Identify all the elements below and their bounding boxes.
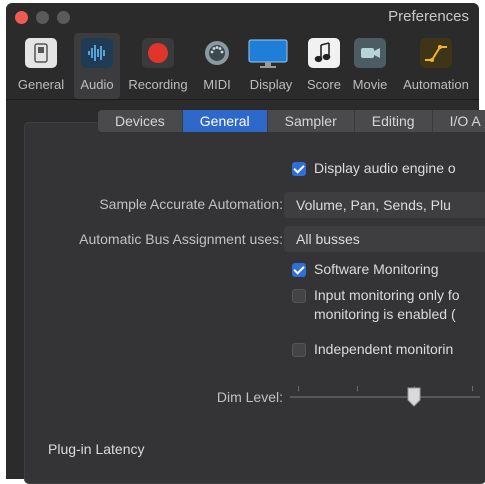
dim-level-slider-track[interactable] xyxy=(290,396,480,398)
toolbar-label: Score xyxy=(307,77,341,92)
sample-accurate-automation-select[interactable]: Volume, Pan, Sends, Plu xyxy=(284,192,485,218)
input-monitoring-label-line2: monitoring is enabled ( xyxy=(314,306,456,322)
audio-waveform-icon xyxy=(81,38,113,68)
tab-sampler[interactable]: Sampler xyxy=(268,110,355,132)
toolbar-item-automation[interactable]: Automation xyxy=(396,33,476,99)
record-icon xyxy=(142,38,174,68)
zoom-window-button[interactable] xyxy=(57,11,70,24)
display-audio-engine-checkbox[interactable] xyxy=(292,162,306,176)
bus-assignment-select[interactable]: All busses xyxy=(284,226,485,252)
toolbar-label: Automation xyxy=(403,77,469,92)
close-window-button[interactable] xyxy=(15,11,28,24)
toolbar-item-recording[interactable]: Recording xyxy=(122,33,194,99)
slider-tick xyxy=(298,386,299,391)
audio-tab-bar: Devices General Sampler Editing I/O A xyxy=(98,110,485,132)
toolbar-separator xyxy=(6,99,479,100)
score-note-icon xyxy=(308,38,340,68)
toolbar-label: MIDI xyxy=(203,77,231,92)
window-title: Preferences xyxy=(388,8,469,25)
preferences-toolbar: General Audio Recording MIDI Display Sco… xyxy=(6,33,479,99)
display-audio-engine-label: Display audio engine o xyxy=(314,160,456,176)
automation-curve-icon xyxy=(420,38,452,68)
minimize-window-button[interactable] xyxy=(36,11,49,24)
input-monitoring-label-line1: Input monitoring only fo xyxy=(314,287,460,303)
toolbar-label: Movie xyxy=(352,77,388,92)
dim-level-slider-thumb[interactable] xyxy=(407,387,421,407)
sample-accurate-automation-label: Sample Accurate Automation: xyxy=(99,196,283,212)
slider-tick xyxy=(472,386,473,391)
software-monitoring-label: Software Monitoring xyxy=(314,261,439,277)
toolbar-item-audio[interactable]: Audio xyxy=(74,33,120,99)
slider-tick xyxy=(357,386,358,391)
toolbar-label: Recording xyxy=(128,77,188,92)
midi-connector-icon xyxy=(201,38,233,68)
dim-level-label: Dim Level: xyxy=(216,389,283,405)
toolbar-label: General xyxy=(17,77,65,92)
independent-monitoring-checkbox[interactable] xyxy=(292,343,306,357)
input-monitoring-checkbox[interactable] xyxy=(292,289,306,303)
tab-editing[interactable]: Editing xyxy=(355,110,433,132)
display-monitor-icon xyxy=(248,38,288,68)
title-bar: Preferences xyxy=(6,3,479,35)
plugin-latency-heading: Plug-in Latency xyxy=(48,441,145,457)
toolbar-item-score[interactable]: Score xyxy=(302,33,346,99)
independent-monitoring-label: Independent monitorin xyxy=(314,341,454,357)
toolbar-item-movie[interactable]: Movie xyxy=(348,33,392,99)
toolbar-label: Display xyxy=(249,77,293,92)
tab-io-assignments[interactable]: I/O A xyxy=(433,110,485,132)
toolbar-label: Audio xyxy=(80,77,114,92)
software-monitoring-checkbox[interactable] xyxy=(292,263,306,277)
tab-general[interactable]: General xyxy=(182,110,268,132)
toolbar-item-display[interactable]: Display xyxy=(242,33,300,99)
toolbar-item-general[interactable]: General xyxy=(10,33,72,99)
movie-camera-icon xyxy=(354,38,386,68)
general-switch-icon xyxy=(25,38,57,68)
bus-assignment-label: Automatic Bus Assignment uses: xyxy=(79,231,283,247)
toolbar-item-midi[interactable]: MIDI xyxy=(196,33,238,99)
tab-devices[interactable]: Devices xyxy=(98,110,183,132)
